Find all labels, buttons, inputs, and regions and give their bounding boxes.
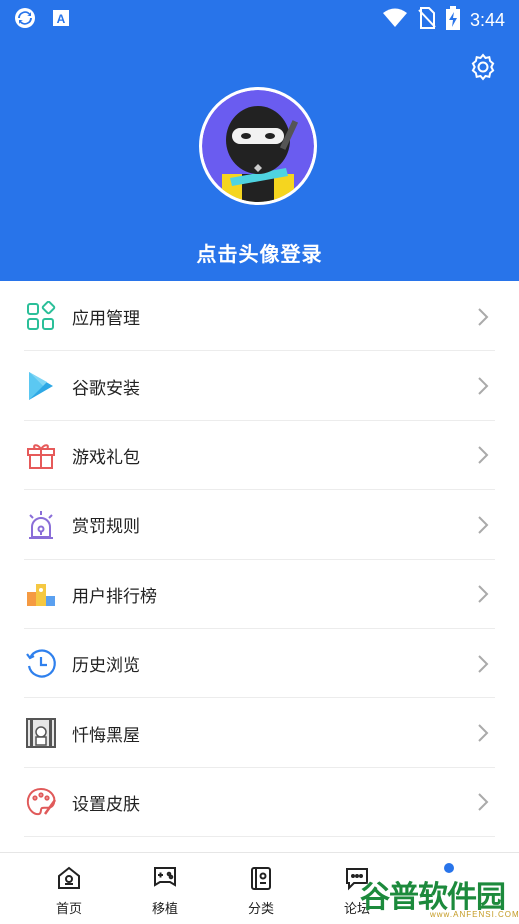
- chevron-right-icon: [477, 584, 489, 604]
- status-time: 3:44: [469, 9, 505, 30]
- sync-icon: [14, 7, 36, 33]
- nav-tab-port[interactable]: 移植: [117, 853, 213, 924]
- no-sim-icon: [418, 7, 436, 33]
- font-a-icon: A: [52, 9, 70, 31]
- status-bar: A 3:44: [0, 0, 519, 36]
- nav-tab-label: 首页: [55, 902, 82, 917]
- menu-item-reward-rules[interactable]: 赏罚规则: [0, 490, 519, 560]
- home-icon: [56, 865, 82, 891]
- menu-item-browse-history[interactable]: 历史浏览: [0, 629, 519, 699]
- wifi-icon: [382, 8, 408, 32]
- menu-item-app-management[interactable]: 应用管理: [0, 282, 519, 352]
- gamepad-icon: [152, 865, 178, 891]
- menu-item-label: 用户排行榜: [72, 586, 157, 607]
- category-book-icon: [248, 865, 274, 891]
- nav-tab-label: 分类: [247, 902, 274, 917]
- menu-item-game-gift[interactable]: 游戏礼包: [0, 421, 519, 491]
- chevron-right-icon: [477, 723, 489, 743]
- menu-item-label: 游戏礼包: [72, 447, 140, 468]
- palette-icon: [25, 786, 57, 818]
- watermark-sub: www.ANFENSI.COM: [430, 910, 519, 919]
- gift-icon: [25, 439, 57, 471]
- apps-grid-icon: [25, 300, 57, 333]
- chevron-right-icon: [477, 515, 489, 535]
- menu-item-user-leaderboard[interactable]: 用户排行榜: [0, 560, 519, 630]
- nav-tab-label: 移植: [151, 902, 178, 917]
- login-prompt[interactable]: 点击头像登录: [0, 238, 519, 267]
- menu-item-label: 应用管理: [72, 309, 140, 330]
- play-store-icon: [25, 370, 57, 402]
- chevron-right-icon: [477, 792, 489, 812]
- chevron-right-icon: [477, 445, 489, 465]
- menu-item-label: 历史浏览: [72, 656, 140, 677]
- avatar[interactable]: [199, 87, 317, 205]
- svg-text:A: A: [57, 12, 66, 26]
- chevron-right-icon: [477, 654, 489, 674]
- watermark-logo: 谷普软件园 www.ANFENSI.COM: [360, 866, 519, 924]
- history-clock-icon: [25, 648, 57, 680]
- leaderboard-icon: [25, 578, 57, 610]
- menu-item-label: 设置皮肤: [72, 794, 140, 815]
- jail-icon: [25, 717, 57, 749]
- menu-item-label: 忏悔黑屋: [72, 725, 140, 746]
- chevron-right-icon: [477, 376, 489, 396]
- alarm-light-icon: [25, 509, 57, 541]
- gear-icon[interactable]: [469, 53, 497, 81]
- profile-header: 点击头像登录: [0, 36, 519, 281]
- battery-charging-icon: [445, 6, 460, 34]
- menu-item-label: 谷歌安装: [72, 378, 140, 399]
- nav-tab-category[interactable]: 分类: [213, 853, 309, 924]
- nav-tab-home[interactable]: 首页: [21, 853, 117, 924]
- menu-item-confession-room[interactable]: 忏悔黑屋: [0, 698, 519, 769]
- menu-list: 应用管理 谷歌安装 游戏礼包 赏罚规则 用户排行榜 历史浏览 忏悔黑屋 设置皮肤: [0, 282, 519, 838]
- menu-item-set-skin[interactable]: 设置皮肤: [0, 768, 519, 838]
- chevron-right-icon: [477, 307, 489, 327]
- menu-item-google-install[interactable]: 谷歌安装: [0, 351, 519, 422]
- menu-item-label: 赏罚规则: [72, 517, 140, 538]
